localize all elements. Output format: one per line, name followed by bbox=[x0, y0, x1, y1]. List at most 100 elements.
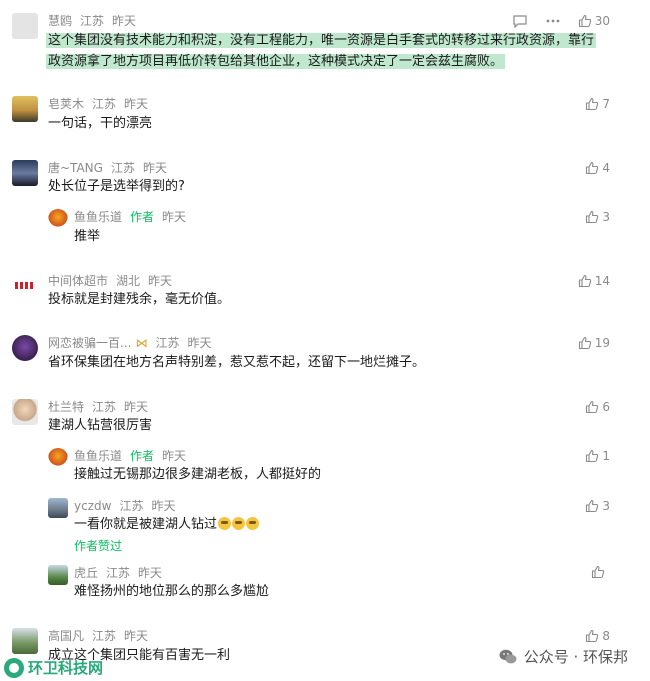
username[interactable]: 皂荚木 bbox=[48, 97, 84, 111]
comment-text: 一句话，干的漂亮 bbox=[48, 116, 153, 131]
username[interactable]: 虎丘 bbox=[74, 566, 98, 580]
timestamp: 昨天 bbox=[148, 274, 173, 288]
comment-text: 投标就是封建残余，毫无价值。 bbox=[48, 292, 231, 307]
region: 江苏 bbox=[92, 400, 117, 414]
comment-meta: 网恋被骗一百... ⋈ 江苏 昨天 bbox=[48, 335, 211, 351]
comment-text-content: 一看你就是被建湖人钻过 bbox=[74, 517, 218, 532]
avatar[interactable] bbox=[12, 273, 38, 299]
comment-meta: 鱼鱼乐道 作者 昨天 bbox=[74, 209, 186, 225]
like-button[interactable]: 6 bbox=[585, 399, 610, 415]
region: 江苏 bbox=[92, 97, 117, 111]
avatar[interactable] bbox=[12, 160, 38, 186]
thumbs-up-icon bbox=[586, 97, 599, 111]
username[interactable]: 鱼鱼乐道 bbox=[74, 449, 122, 463]
author-badge: 作者 bbox=[130, 210, 155, 224]
like-button[interactable]: 1 bbox=[585, 448, 610, 464]
username[interactable]: 中间体超市 bbox=[48, 274, 108, 288]
avatar[interactable] bbox=[12, 628, 38, 654]
watermark-right-text: 公众号 · 环保邦 bbox=[523, 648, 628, 666]
username[interactable]: 唐~TANG bbox=[48, 161, 103, 175]
avatar[interactable] bbox=[12, 399, 38, 425]
avatar[interactable] bbox=[12, 335, 38, 361]
username[interactable]: 杜兰特 bbox=[48, 400, 84, 414]
avatar[interactable] bbox=[12, 13, 38, 39]
comment-meta: 中间体超市 湖北 昨天 bbox=[48, 273, 172, 289]
username[interactable]: 鱼鱼乐道 bbox=[74, 210, 122, 224]
region: 江苏 bbox=[80, 14, 105, 28]
watermark-right: 公众号 · 环保邦 bbox=[498, 646, 628, 667]
timestamp: 昨天 bbox=[162, 210, 187, 224]
region: 湖北 bbox=[116, 274, 141, 288]
timestamp: 昨天 bbox=[142, 161, 167, 175]
comment-text: 省环保集团在地方名声特别差，惹又惹不起，还留下一地烂摊子。 bbox=[48, 355, 426, 370]
like-count: 1 bbox=[602, 449, 610, 463]
comment-meta: 皂荚木 江苏 昨天 bbox=[48, 96, 148, 112]
region: 江苏 bbox=[106, 566, 131, 580]
author-badge: 作者 bbox=[130, 449, 155, 463]
like-button[interactable]: 3 bbox=[585, 209, 610, 225]
comment-meta: 鱼鱼乐道 作者 昨天 bbox=[74, 448, 186, 464]
timestamp: 昨天 bbox=[124, 629, 149, 643]
region: 江苏 bbox=[110, 161, 135, 175]
more-icon[interactable] bbox=[545, 13, 561, 29]
thumbs-up-icon bbox=[586, 499, 599, 513]
comment-text: 处长位子是选举得到的? bbox=[48, 179, 185, 194]
brand-logo bbox=[15, 282, 35, 289]
like-count: 7 bbox=[602, 97, 610, 111]
like-button[interactable] bbox=[591, 565, 608, 579]
like-button[interactable]: 14 bbox=[578, 273, 610, 289]
like-button[interactable]: 19 bbox=[578, 335, 610, 351]
comment-meta: yczdw 江苏 昨天 bbox=[74, 498, 175, 514]
thumbs-up-icon bbox=[586, 629, 599, 643]
thumbs-up-icon bbox=[586, 210, 599, 224]
like-button[interactable]: 7 bbox=[585, 96, 610, 112]
author-liked-label: 作者赞过 bbox=[74, 539, 123, 553]
comment-meta: 虎丘 江苏 昨天 bbox=[74, 565, 162, 581]
timestamp: 昨天 bbox=[187, 336, 212, 350]
username[interactable]: 网恋被骗一百... bbox=[48, 336, 131, 350]
timestamp: 昨天 bbox=[124, 400, 149, 414]
comment-meta: 唐~TANG 江苏 昨天 bbox=[48, 160, 167, 176]
timestamp: 昨天 bbox=[151, 499, 176, 513]
like-button[interactable]: 4 bbox=[585, 160, 610, 176]
comment-text: 难怪扬州的地位那么的那么多尴尬 bbox=[74, 584, 270, 599]
username[interactable]: yczdw bbox=[74, 499, 111, 513]
like-count: 3 bbox=[602, 210, 610, 224]
avatar[interactable] bbox=[48, 448, 68, 468]
timestamp: 昨天 bbox=[124, 97, 149, 111]
username[interactable]: 慧鸥 bbox=[48, 14, 72, 28]
like-count: 19 bbox=[594, 336, 610, 350]
thumbs-up-icon bbox=[578, 14, 591, 28]
like-button[interactable]: 3 bbox=[585, 498, 610, 514]
comment-meta: 慧鸥 江苏 昨天 bbox=[48, 13, 136, 29]
like-button[interactable]: 30 bbox=[578, 13, 610, 29]
thumbs-up-icon bbox=[591, 565, 605, 579]
thumbs-up-icon bbox=[586, 161, 599, 175]
comment-icon[interactable] bbox=[512, 13, 528, 29]
emoji-icon bbox=[218, 517, 232, 530]
avatar[interactable] bbox=[48, 565, 68, 585]
username[interactable]: 高国凡 bbox=[48, 629, 84, 643]
region: 江苏 bbox=[92, 629, 117, 643]
avatar[interactable] bbox=[48, 209, 68, 229]
like-button[interactable]: 8 bbox=[585, 628, 610, 644]
brand-logo bbox=[4, 657, 24, 678]
comment-meta: 高国凡 江苏 昨天 bbox=[48, 628, 148, 644]
avatar[interactable] bbox=[48, 498, 68, 518]
timestamp: 昨天 bbox=[138, 566, 163, 580]
highlighted-text-line: 这个集团没有技术能力和积淀，没有工程能力，唯一资源是白手套式的转移过来行政资源，… bbox=[46, 33, 597, 48]
like-count: 8 bbox=[602, 629, 610, 643]
avatar[interactable] bbox=[12, 96, 38, 122]
watermark-left-text: 环卫科技网 bbox=[28, 659, 104, 677]
thumbs-up-icon bbox=[578, 336, 591, 350]
wechat-icon bbox=[499, 649, 517, 663]
thumbs-up-icon bbox=[578, 274, 591, 288]
emoji-icon bbox=[246, 517, 260, 530]
like-count: 3 bbox=[602, 499, 610, 513]
thumbs-up-icon bbox=[586, 400, 599, 414]
emoji-icon bbox=[232, 517, 246, 530]
like-count: 4 bbox=[602, 161, 610, 175]
comment-text: 一看你就是被建湖人钻过 bbox=[74, 514, 260, 535]
timestamp: 昨天 bbox=[162, 449, 187, 463]
region: 江苏 bbox=[155, 336, 180, 350]
